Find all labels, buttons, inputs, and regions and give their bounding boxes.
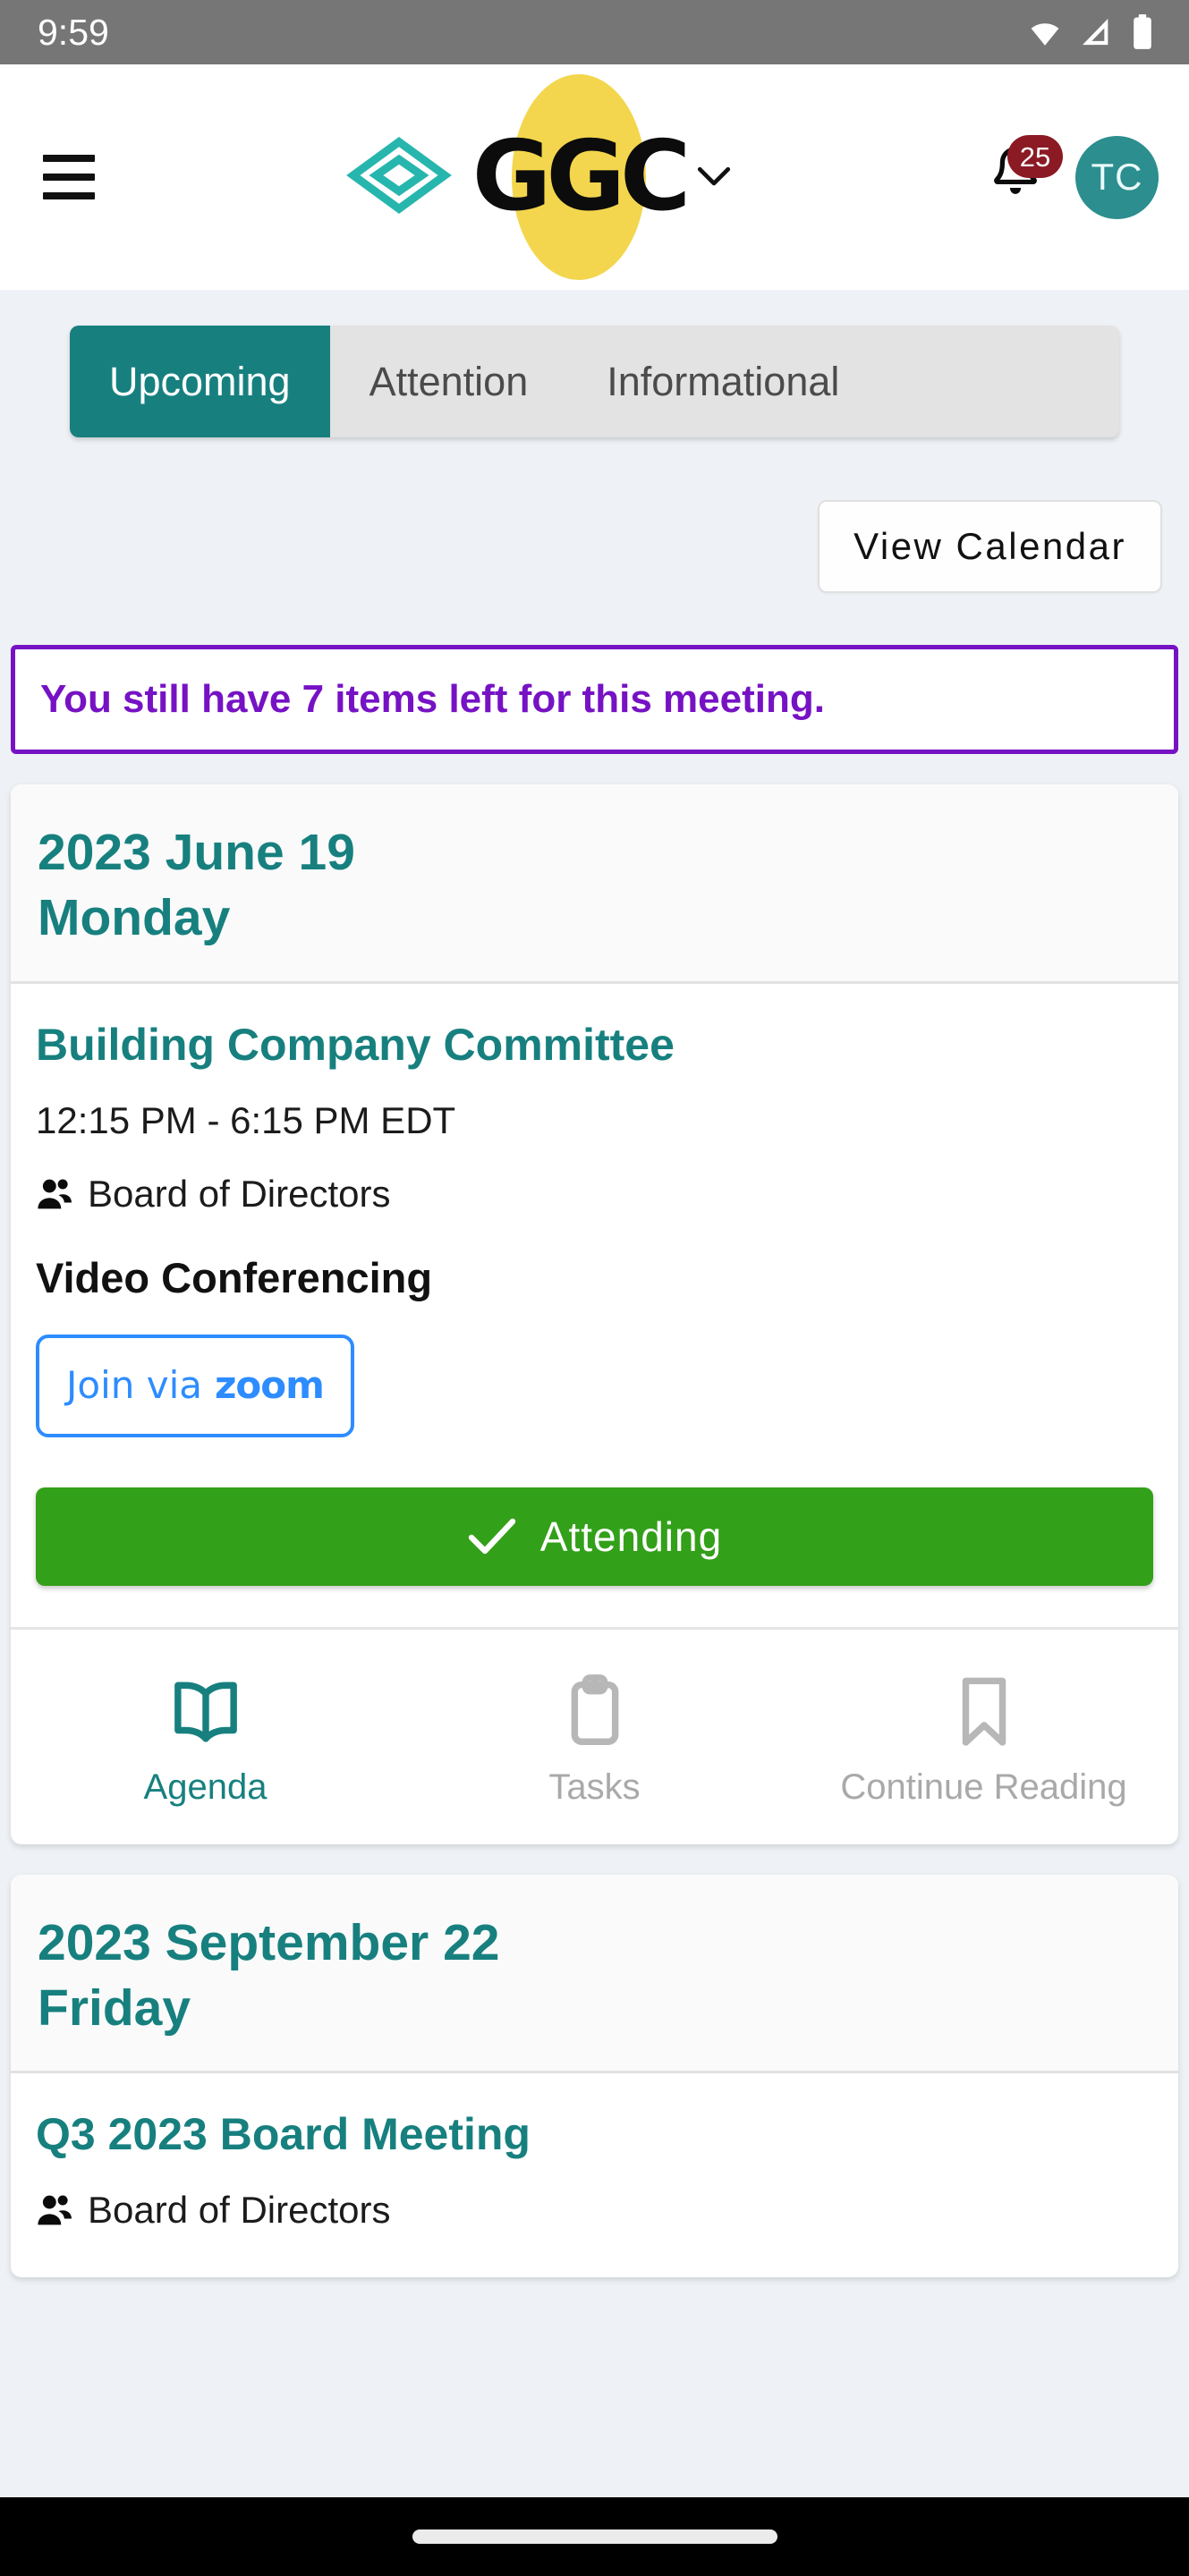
notification-badge: 25 [1007,135,1063,178]
attending-button[interactable]: Attending [36,1487,1153,1586]
brand-switcher[interactable]: GGC [98,74,982,280]
meeting-date: 2023 September 22 [38,1913,500,1971]
tabs-row: Upcoming Attention Informational [0,290,1189,437]
battery-icon [1128,13,1157,51]
join-via-zoom-button[interactable]: Join via zoom [36,1334,354,1437]
tab-attention[interactable]: Attention [329,326,568,437]
meeting-time: 12:15 PM - 6:15 PM EDT [36,1098,456,1141]
action-tasks-label: Tasks [548,1767,641,1807]
meeting-card-actions: Agenda Tasks Continue Reading [11,1626,1178,1844]
avatar[interactable]: TC [1075,135,1159,219]
brand-logo: GGC [471,74,692,280]
meeting-group-label: Board of Directors [88,1173,391,1216]
meeting-date: 2023 June 19 [38,824,355,882]
status-clock: 9:59 [38,11,109,53]
users-icon [36,1177,73,1211]
attending-label: Attending [539,1513,723,1560]
view-calendar-button[interactable]: View Calendar [818,500,1162,593]
join-prefix-label: Join via [66,1362,202,1407]
cellular-signal-icon [1078,14,1114,50]
meeting-card-body: Q3 2023 Board Meeting Board of Directors [11,2073,1178,2277]
meeting-card: 2023 September 22 Friday Q3 2023 Board M… [11,1874,1178,2278]
tab-bar: Upcoming Attention Informational [70,326,1119,437]
action-continue-reading[interactable]: Continue Reading [789,1671,1178,1805]
meeting-weekday: Friday [38,1979,191,2037]
meeting-date-header: 2023 September 22 Friday [11,1874,1178,2074]
meeting-group: Board of Directors [36,2188,1153,2233]
clipboard-icon [554,1671,636,1753]
meeting-group-label: Board of Directors [88,2188,391,2231]
meeting-title[interactable]: Q3 2023 Board Meeting [36,2109,1153,2161]
page-content: Upcoming Attention Informational View Ca… [0,290,1189,2497]
check-icon [467,1517,517,1556]
meeting-date-header: 2023 June 19 Monday [11,784,1178,985]
hamburger-bar [43,174,95,181]
book-open-icon [165,1671,247,1753]
items-left-alert: You still have 7 items left for this mee… [11,645,1178,755]
meeting-title[interactable]: Building Company Committee [36,1020,1153,1072]
action-agenda-label: Agenda [143,1767,268,1807]
meeting-group: Board of Directors [36,1172,1153,1216]
chevron-down-icon[interactable] [690,151,738,204]
video-conferencing-heading: Video Conferencing [36,1253,433,1301]
calendar-row: View Calendar [0,437,1189,593]
users-icon [36,2193,73,2227]
hamburger-bar [43,192,95,199]
tab-upcoming[interactable]: Upcoming [70,326,330,437]
gesture-home-indicator[interactable] [412,2529,777,2544]
status-bar: 9:59 [0,0,1189,64]
hamburger-menu-icon[interactable] [30,139,107,216]
wifi-icon [1026,13,1064,51]
action-tasks[interactable]: Tasks [400,1671,789,1805]
app-root: 9:59 GGC 25 TC Upcoming Attention Inform… [0,0,1189,2576]
zoom-wordmark: zoom [214,1362,325,1407]
tab-informational[interactable]: Informational [567,326,879,437]
bookmark-icon [943,1671,1025,1753]
app-header: GGC 25 TC [0,64,1189,290]
status-bar-icons [1026,13,1157,51]
ggc-diamond-logo-icon [343,119,455,236]
system-navigation-bar [0,2497,1189,2576]
header-actions: 25 TC [982,135,1159,219]
brand-name: GGC [471,121,692,233]
hamburger-bar [43,155,95,162]
action-agenda[interactable]: Agenda [11,1671,400,1805]
meeting-card: 2023 June 19 Monday Building Company Com… [11,784,1178,1844]
meeting-weekday: Monday [38,889,231,947]
meeting-card-body: Building Company Committee 12:15 PM - 6:… [11,984,1178,1586]
notifications-button[interactable]: 25 [982,135,1063,216]
action-continue-reading-label: Continue Reading [840,1767,1127,1807]
